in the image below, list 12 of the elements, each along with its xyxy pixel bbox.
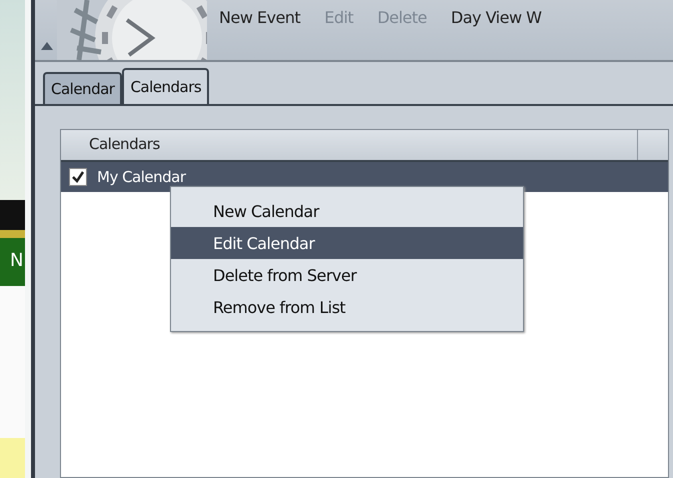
menu-item[interactable]: Delete from Server (171, 259, 523, 291)
checkbox[interactable] (69, 168, 87, 186)
menu-item[interactable]: New Calendar (171, 195, 523, 227)
scroll-up-icon[interactable] (41, 42, 53, 50)
menu-item[interactable]: Edit Calendar (171, 227, 523, 259)
calendar-name: My Calendar (97, 168, 186, 186)
toolbar-button[interactable]: New Event (207, 0, 312, 27)
tab[interactable]: Calendars (122, 68, 210, 104)
partial-letter: N (10, 250, 24, 271)
menu-item[interactable]: Remove from List (171, 291, 523, 323)
tab[interactable]: Calendar (43, 72, 122, 104)
toolbar-button[interactable]: Day View W (438, 0, 554, 27)
